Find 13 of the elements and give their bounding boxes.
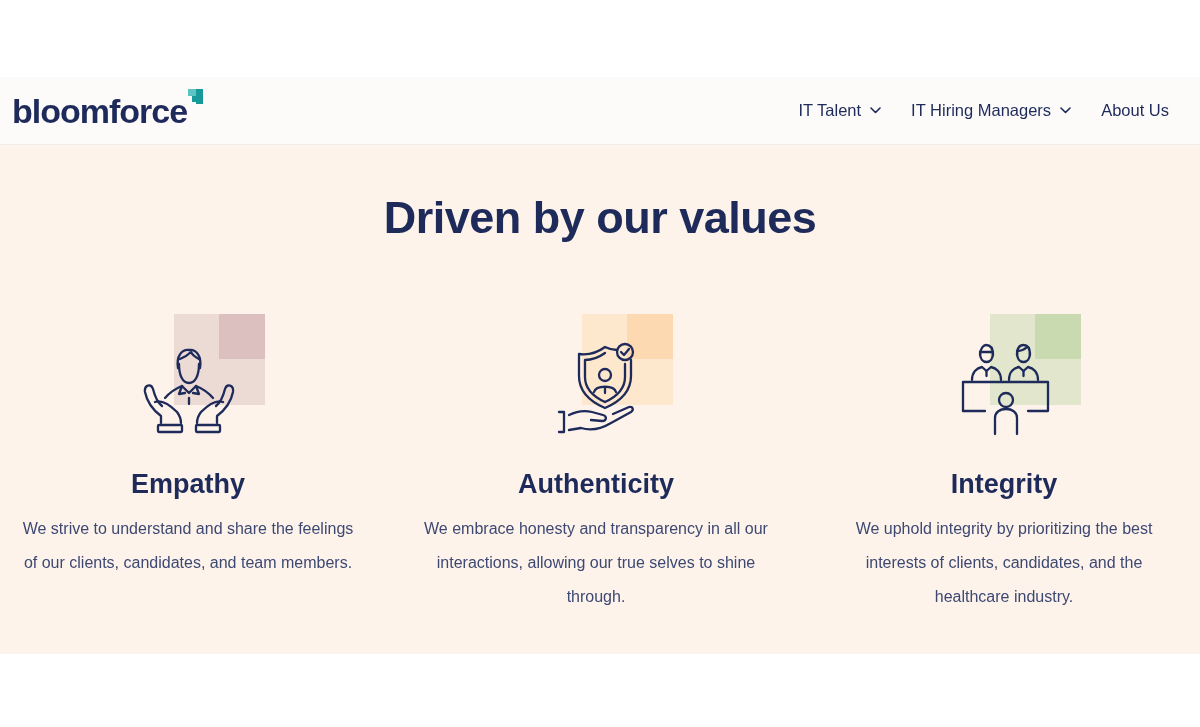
logo-squares-icon	[188, 88, 204, 104]
value-description: We uphold integrity by prioritizing the best interests of clients, candidates, and the healthcare industry.	[854, 519, 1154, 607]
hands-holding-person-icon	[142, 314, 265, 436]
value-title: Integrity	[950, 468, 1058, 501]
section-title: Driven by our values	[383, 191, 817, 245]
value-description: We strive to understand and share the feelings of our clients, candidates, and team members.	[21, 519, 355, 573]
nav-link[interactable]: IT Talent	[798, 98, 882, 123]
value-description: We embrace honesty and transparency in all our interactions, allowing our true selves to shine through.	[423, 519, 769, 607]
value-title: Empathy	[131, 468, 245, 501]
nav-link[interactable]: IT Hiring Managers	[911, 98, 1072, 123]
value-title: Authenticity	[518, 468, 674, 501]
nav-link[interactable]: About Us	[1101, 98, 1169, 123]
brand-logo[interactable]: bloomforce	[12, 93, 204, 128]
